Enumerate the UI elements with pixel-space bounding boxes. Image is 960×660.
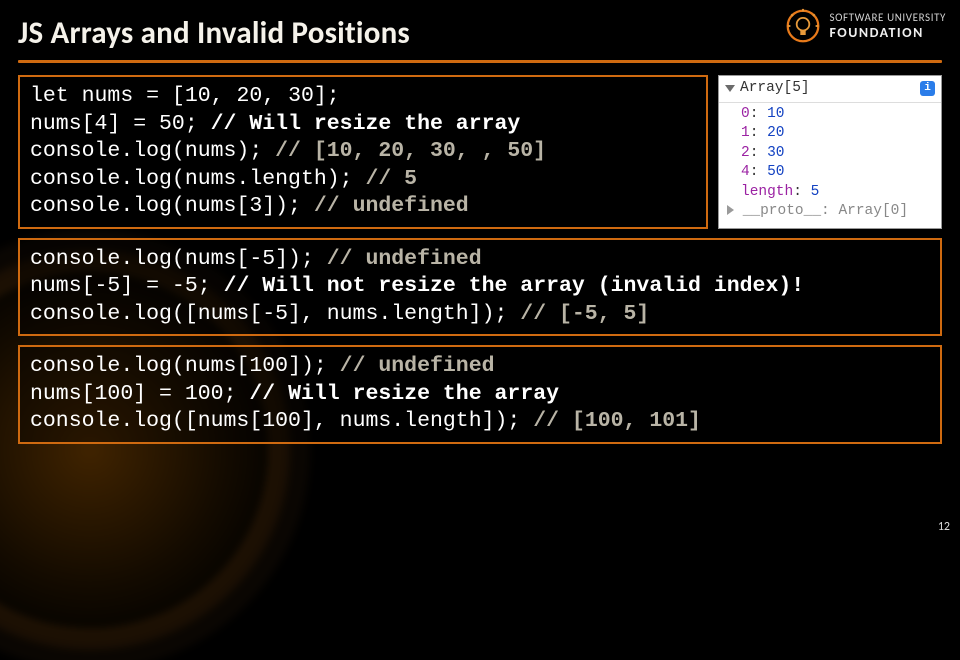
inspector-length: length: 5 [741,183,941,203]
inspector-entry: 0: 10 [741,105,941,125]
inspector-entry: 2: 30 [741,144,941,164]
logo-subtitle: SOFTWARE UNIVERSITY [829,11,946,24]
code-block-3: console.log(nums[100]); // undefined num… [18,345,942,444]
page-number: 12 [938,520,950,534]
logo-title: FOUNDATION [829,24,946,41]
inspector-type: Array[5] [740,79,810,99]
info-icon[interactable]: i [920,81,935,96]
code-block-1: let nums = [10, 20, 30]; nums[4] = 50; /… [18,75,708,229]
inspector-proto: __proto__: Array[0] [727,202,941,222]
expand-icon[interactable] [727,205,734,215]
lightbulb-icon [785,8,821,44]
title-rule [18,60,942,63]
inspector-header[interactable]: Array[5] i [719,76,941,103]
collapse-icon [725,85,735,92]
devtools-array-inspector: Array[5] i 0: 10 1: 20 2: 30 4: 50 lengt… [718,75,942,229]
logo: SOFTWARE UNIVERSITY FOUNDATION [785,8,946,44]
code-block-2: console.log(nums[-5]); // undefined nums… [18,238,942,337]
inspector-entry: 1: 20 [741,124,941,144]
inspector-entry: 4: 50 [741,163,941,183]
